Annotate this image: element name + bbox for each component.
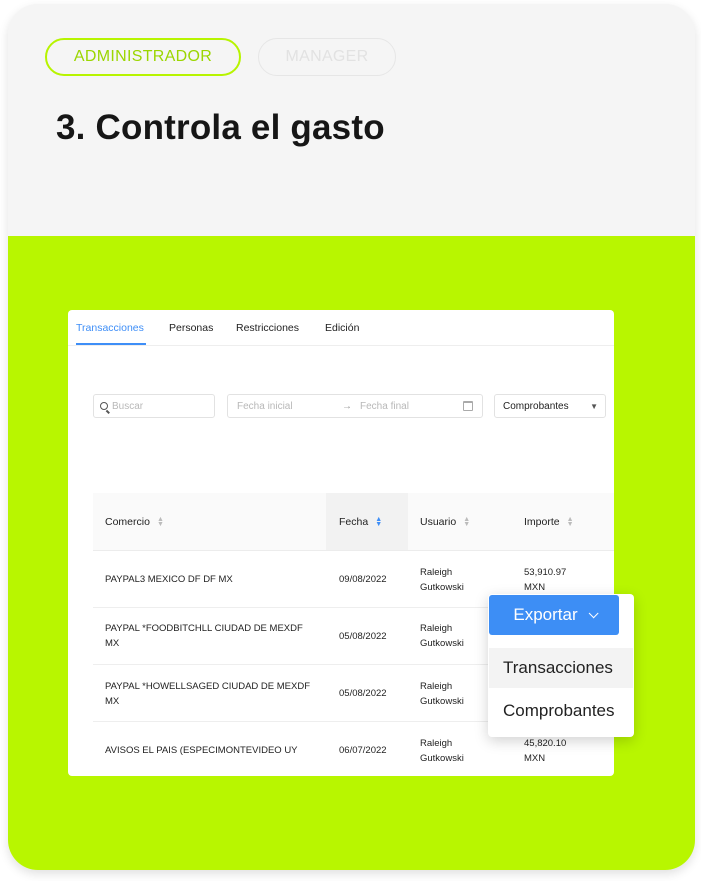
date-start-placeholder: Fecha inicial [237, 400, 293, 412]
column-header-importe[interactable]: Importe ▲ ▼ [524, 516, 574, 528]
cell-importe: 53,910.97 MXN [524, 567, 567, 593]
cell-fecha: 05/08/2022 [339, 688, 387, 699]
arrow-right-icon: → [342, 400, 352, 412]
sort-icon: ▲ ▼ [156, 516, 164, 529]
cell-fecha: 09/08/2022 [339, 574, 387, 585]
cell-comercio: PAYPAL *FOODBITCHLL CIUDAD DE MEXDF MX [105, 623, 303, 649]
tab-bar: Transacciones Personas Restricciones Edi… [68, 310, 614, 346]
cell-usuario: Raleigh Gutkowski [420, 681, 464, 707]
cell-fecha: 05/08/2022 [339, 631, 387, 642]
feature-card: ADMINISTRADOR MANAGER 3. Controla el gas… [8, 4, 695, 870]
tab-edicion[interactable]: Edición [325, 322, 359, 334]
cell-importe: 45,820.10 MXN [524, 738, 567, 764]
search-icon [100, 402, 108, 410]
date-end-placeholder: Fecha final [360, 400, 409, 412]
chevron-down-icon [588, 607, 599, 618]
export-dropdown: Exportar Transacciones Comprobantes [488, 594, 634, 737]
column-header-fecha[interactable]: Fecha ▲ ▼ [339, 516, 382, 528]
select-value: Comprobantes [503, 400, 569, 412]
tab-restricciones[interactable]: Restricciones [236, 322, 299, 334]
card-header: ADMINISTRADOR MANAGER 3. Controla el gas… [8, 4, 695, 236]
role-pill-admin[interactable]: ADMINISTRADOR [45, 38, 241, 76]
active-tab-indicator [76, 343, 146, 345]
calendar-icon [463, 401, 473, 411]
receipts-select[interactable]: Comprobantes ▼ [494, 394, 606, 418]
export-button[interactable]: Exportar [489, 595, 619, 635]
search-placeholder: Buscar [112, 400, 144, 412]
column-header-comercio[interactable]: Comercio ▲ ▼ [105, 516, 164, 528]
role-pill-manager[interactable]: MANAGER [258, 38, 396, 76]
date-range-picker[interactable]: Fecha inicial → Fecha final [227, 394, 483, 418]
cell-comercio: PAYPAL *HOWELLSAGED CIUDAD DE MEXDF MX [105, 681, 310, 707]
showcase-area: Transacciones Personas Restricciones Edi… [8, 236, 695, 870]
cell-comercio: PAYPAL3 MEXICO DF DF MX [105, 574, 233, 585]
cell-usuario: Raleigh Gutkowski [420, 567, 464, 593]
export-option-transacciones[interactable]: Transacciones [489, 648, 633, 688]
export-button-label: Exportar [513, 605, 578, 624]
column-header-usuario[interactable]: Usuario ▲ ▼ [420, 516, 470, 528]
export-option-comprobantes[interactable]: Comprobantes [489, 691, 633, 731]
cell-usuario: Raleigh Gutkowski [420, 623, 464, 649]
sort-icon: ▲ ▼ [375, 516, 383, 529]
section-heading: 3. Controla el gasto [56, 108, 385, 147]
tab-transacciones[interactable]: Transacciones [76, 322, 144, 334]
cell-comercio: AVISOS EL PAIS (ESPECIMONTEVIDEO UY [105, 745, 298, 756]
table-header: Comercio ▲ ▼ Fecha ▲ ▼ Usuario ▲ ▼ Importe ▲ ▼ [93, 493, 614, 551]
search-input[interactable]: Buscar [93, 394, 215, 418]
chevron-down-icon: ▼ [590, 401, 598, 411]
sort-icon: ▲ ▼ [566, 516, 574, 529]
sort-icon: ▲ ▼ [463, 516, 471, 529]
cell-fecha: 06/07/2022 [339, 745, 387, 756]
cell-usuario: Raleigh Gutkowski [420, 738, 464, 764]
tab-personas[interactable]: Personas [169, 322, 213, 334]
